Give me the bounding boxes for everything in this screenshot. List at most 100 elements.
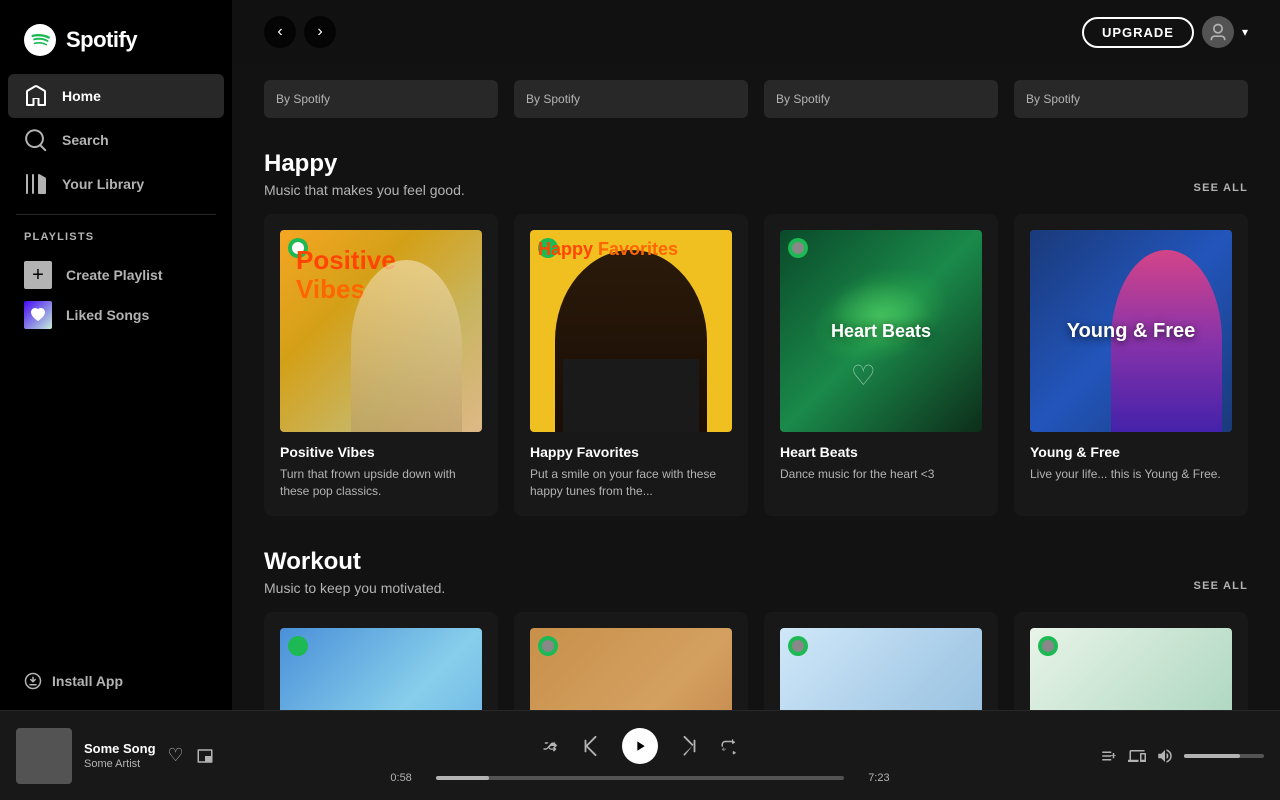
- queue-icon[interactable]: [1100, 747, 1118, 765]
- workout-title: Workout: [264, 548, 445, 576]
- liked-songs-icon: [24, 301, 52, 329]
- card-happy-favorites[interactable]: Happy Favorites Happy Favorites Put a sm…: [514, 214, 748, 516]
- nav-divider: [16, 214, 216, 215]
- spotify-logo-icon: [24, 24, 56, 56]
- top-card-3[interactable]: By Spotify: [764, 80, 998, 118]
- upgrade-button[interactable]: UPGRADE: [1082, 17, 1194, 48]
- card-workout-beats-image: Workout Beats: [530, 628, 732, 710]
- hf-jacket: [563, 359, 699, 432]
- main-content: ‹ › UPGRADE ▾ By Spotify By Spotify: [232, 0, 1280, 710]
- card-workout1[interactable]: Workout Playlist Keep pushing through.: [264, 612, 498, 710]
- picture-in-picture-icon[interactable]: [196, 747, 214, 765]
- main-nav: Home Search Your Library: [0, 74, 232, 206]
- repeat-button[interactable]: [720, 737, 738, 755]
- workout-title-group: Workout Music to keep you motivated.: [264, 548, 445, 596]
- create-playlist-label: Create Playlist: [66, 267, 163, 283]
- library-label: Your Library: [62, 176, 144, 192]
- playlists-label: PLAYLISTS: [24, 231, 208, 243]
- card-heart-beats[interactable]: Heart Beats ♡ Heart Beats Dance music fo…: [764, 214, 998, 516]
- pop-warmup-line1: Pop Warmup: [820, 707, 943, 710]
- create-playlist-item[interactable]: + Create Playlist: [24, 255, 208, 295]
- heart-icon: ♡: [851, 359, 876, 392]
- top-bar-right: UPGRADE ▾: [1082, 16, 1248, 48]
- sidebar-item-library[interactable]: Your Library: [8, 162, 224, 206]
- forward-button[interactable]: ›: [304, 16, 336, 48]
- happy-title-group: Happy Music that makes you feel good.: [264, 150, 465, 198]
- top-card-1-byline: By Spotify: [276, 92, 486, 106]
- playlists-section: PLAYLISTS + Create Playlist Liked Songs: [0, 223, 232, 343]
- happy-section-header: Happy Music that makes you feel good. SE…: [264, 150, 1248, 198]
- top-card-1[interactable]: By Spotify: [264, 80, 498, 118]
- volume-fill: [1184, 754, 1240, 758]
- top-card-2[interactable]: By Spotify: [514, 80, 748, 118]
- sidebar: Spotify Home Search: [0, 0, 232, 710]
- top-card-4[interactable]: By Spotify: [1014, 80, 1248, 118]
- hf-person: [555, 250, 707, 432]
- install-app-item[interactable]: Install App: [0, 660, 232, 702]
- now-playing-info: Some Song Some Artist: [84, 741, 156, 770]
- workout-cards-grid: Workout Playlist Keep pushing through. W…: [264, 612, 1248, 710]
- home-label: Home: [62, 88, 101, 104]
- app-layout: Spotify Home Search: [0, 0, 1280, 710]
- card-fast-pop-run[interactable]: Fast Pop Run 180 BPM Fast Pop Run 180 BP…: [1014, 612, 1248, 710]
- dropdown-arrow-icon[interactable]: ▾: [1242, 25, 1248, 39]
- hf-container: [555, 230, 707, 432]
- prev-button[interactable]: [580, 735, 602, 757]
- card-positive-vibes-image: Positive Vibes: [280, 230, 482, 432]
- card-fast-pop-run-image: Fast Pop Run 180 BPM: [1030, 628, 1232, 710]
- back-button[interactable]: ‹: [264, 16, 296, 48]
- runner-container: [300, 658, 401, 710]
- now-playing-thumbnail: [16, 728, 72, 784]
- volume-icon[interactable]: [1156, 747, 1174, 765]
- next-button[interactable]: [678, 735, 700, 757]
- home-icon: [24, 84, 48, 108]
- card-pop-warmup-image: Pop Warmup 130 BPM: [780, 628, 982, 710]
- user-avatar[interactable]: [1202, 16, 1234, 48]
- card-positive-vibes[interactable]: Positive Vibes Positive Vibes Turn that …: [264, 214, 498, 516]
- workout-section-header: Workout Music to keep you motivated. SEE…: [264, 548, 1248, 596]
- card-workout1-image: [280, 628, 482, 710]
- player-controls: [542, 728, 738, 764]
- card-pop-warmup[interactable]: Pop Warmup 130 BPM Pop Warmup 130 BPM Wa…: [764, 612, 998, 710]
- progress-bar[interactable]: [436, 776, 843, 780]
- play-icon: [632, 738, 648, 754]
- now-playing-actions: ♡: [168, 745, 214, 766]
- young-free-label: Young & Free: [1030, 230, 1232, 432]
- card-young-free-desc: Live your life... this is Young & Free.: [1030, 466, 1232, 483]
- card-workout-beats[interactable]: Workout Beats Workout Beats The best bea…: [514, 612, 748, 710]
- sidebar-item-search[interactable]: Search: [8, 118, 224, 162]
- top-bar: ‹ › UPGRADE ▾: [232, 0, 1280, 64]
- create-playlist-icon: +: [24, 261, 52, 289]
- logo-area[interactable]: Spotify: [0, 0, 232, 74]
- search-label: Search: [62, 132, 109, 148]
- volume-bar[interactable]: [1184, 754, 1264, 758]
- workout-see-all[interactable]: SEE ALL: [1194, 580, 1248, 596]
- hf-text: Happy Favorites: [538, 240, 678, 260]
- top-card-3-byline: By Spotify: [776, 92, 986, 106]
- total-time: 7:23: [854, 772, 890, 784]
- liked-songs-item[interactable]: Liked Songs: [24, 295, 208, 335]
- card-heart-beats-title: Heart Beats: [780, 444, 982, 460]
- now-playing-right: [890, 747, 1264, 765]
- now-playing-left: Some Song Some Artist ♡: [16, 728, 390, 784]
- current-time: 0:58: [390, 772, 426, 784]
- happy-see-all[interactable]: SEE ALL: [1194, 182, 1248, 198]
- happy-subtitle: Music that makes you feel good.: [264, 182, 465, 198]
- workout-subtitle: Music to keep you motivated.: [264, 580, 445, 596]
- shuffle-button[interactable]: [542, 737, 560, 755]
- workout-beats-label: Workout Beats: [530, 628, 732, 710]
- progress-fill: [436, 776, 489, 780]
- card-happy-favorites-image: Happy Favorites: [530, 230, 732, 432]
- heart-beats-label: Heart Beats: [780, 230, 982, 432]
- card-young-free-image: Young & Free: [1030, 230, 1232, 432]
- nav-arrows: ‹ ›: [264, 16, 336, 48]
- devices-icon[interactable]: [1128, 747, 1146, 765]
- play-pause-button[interactable]: [622, 728, 658, 764]
- card-positive-vibes-desc: Turn that frown upside down with these p…: [280, 466, 482, 500]
- happy-cards-grid: Positive Vibes Positive Vibes Turn that …: [264, 214, 1248, 516]
- happy-section: Happy Music that makes you feel good. SE…: [232, 150, 1280, 516]
- user-icon: [1208, 22, 1228, 42]
- sidebar-item-home[interactable]: Home: [8, 74, 224, 118]
- heart-button[interactable]: ♡: [168, 745, 184, 766]
- card-young-free[interactable]: Young & Free Young & Free Live your life…: [1014, 214, 1248, 516]
